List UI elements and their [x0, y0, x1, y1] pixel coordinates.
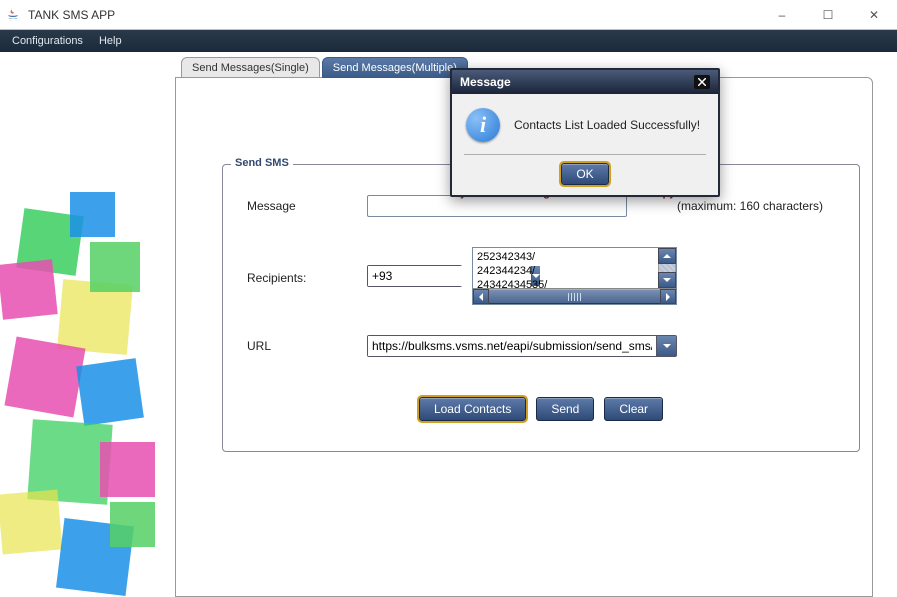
chevron-left-icon	[477, 293, 485, 301]
dialog-separator	[464, 154, 706, 155]
decorative-sidebar	[0, 52, 175, 597]
recipients-list-box: 252342343/ 242344234/ 24342434535/	[472, 247, 677, 305]
url-label: URL	[247, 335, 367, 353]
tab-send-single[interactable]: Send Messages(Single)	[181, 57, 320, 78]
window-titlebar: TANK SMS APP – ☐ ✕	[0, 0, 897, 30]
menu-configurations[interactable]: Configurations	[4, 35, 91, 47]
minimize-button[interactable]: –	[759, 0, 805, 29]
send-button[interactable]: Send	[536, 397, 594, 421]
recipients-label: Recipients:	[247, 267, 367, 285]
clear-button[interactable]: Clear	[604, 397, 663, 421]
recipients-hscrollbar[interactable]	[473, 288, 676, 304]
maximize-button[interactable]: ☐	[805, 0, 851, 29]
fieldset-legend: Send SMS	[231, 157, 293, 169]
url-combo[interactable]	[367, 335, 677, 357]
menu-bar: Configurations Help	[0, 30, 897, 52]
send-sms-fieldset: Send SMS Synthetica - Unregistered Evalu…	[222, 164, 860, 452]
list-item[interactable]: 242344234/	[477, 264, 654, 278]
list-item[interactable]: 252342343/	[477, 250, 654, 264]
menu-help[interactable]: Help	[91, 35, 130, 47]
dialog-message: Contacts List Loaded Successfully!	[514, 118, 700, 132]
list-item[interactable]: 24342434535/	[477, 278, 654, 288]
scroll-down-button[interactable]	[658, 272, 676, 288]
url-input[interactable]	[368, 336, 656, 356]
message-dialog: Message i Contacts List Loaded Successfu…	[450, 68, 720, 197]
tab-send-multiple[interactable]: Send Messages(Multiple)	[322, 57, 468, 78]
chevron-up-icon	[663, 252, 671, 260]
dialog-body: i Contacts List Loaded Successfully!	[452, 94, 718, 146]
scroll-left-button[interactable]	[473, 289, 489, 304]
url-dropdown-button[interactable]	[656, 336, 676, 356]
row-url: URL	[247, 335, 835, 357]
recipients-list[interactable]: 252342343/ 242344234/ 24342434535/	[473, 248, 658, 288]
main-area: Send Messages(Single) Send Messages(Mult…	[0, 52, 897, 597]
button-row: Load Contacts Send Clear	[247, 397, 835, 421]
scroll-track[interactable]	[658, 264, 676, 272]
dialog-ok-button[interactable]: OK	[561, 163, 608, 185]
dialog-title: Message	[460, 75, 694, 89]
close-window-button[interactable]: ✕	[851, 0, 897, 29]
window-title: TANK SMS APP	[28, 8, 759, 22]
recipients-vscrollbar[interactable]	[658, 248, 676, 288]
dialog-titlebar[interactable]: Message	[452, 70, 718, 94]
load-contacts-button[interactable]: Load Contacts	[419, 397, 526, 421]
java-icon	[6, 7, 22, 23]
country-code-combo[interactable]	[367, 265, 462, 287]
row-recipients: Recipients: 252342343/ 242344234/ 243	[247, 247, 835, 305]
window-buttons: – ☐ ✕	[759, 0, 897, 29]
info-icon: i	[466, 108, 500, 142]
chevron-right-icon	[664, 293, 672, 301]
close-icon	[698, 78, 706, 86]
chevron-down-icon	[663, 342, 671, 350]
message-label: Message	[247, 195, 367, 213]
dialog-close-button[interactable]	[694, 75, 710, 89]
dialog-buttons: OK	[452, 163, 718, 195]
scroll-up-button[interactable]	[658, 248, 676, 264]
scroll-right-button[interactable]	[660, 289, 676, 304]
chevron-down-icon	[663, 276, 671, 284]
hscroll-track[interactable]	[489, 289, 660, 304]
max-chars-hint: (maximum: 160 characters)	[677, 195, 823, 213]
